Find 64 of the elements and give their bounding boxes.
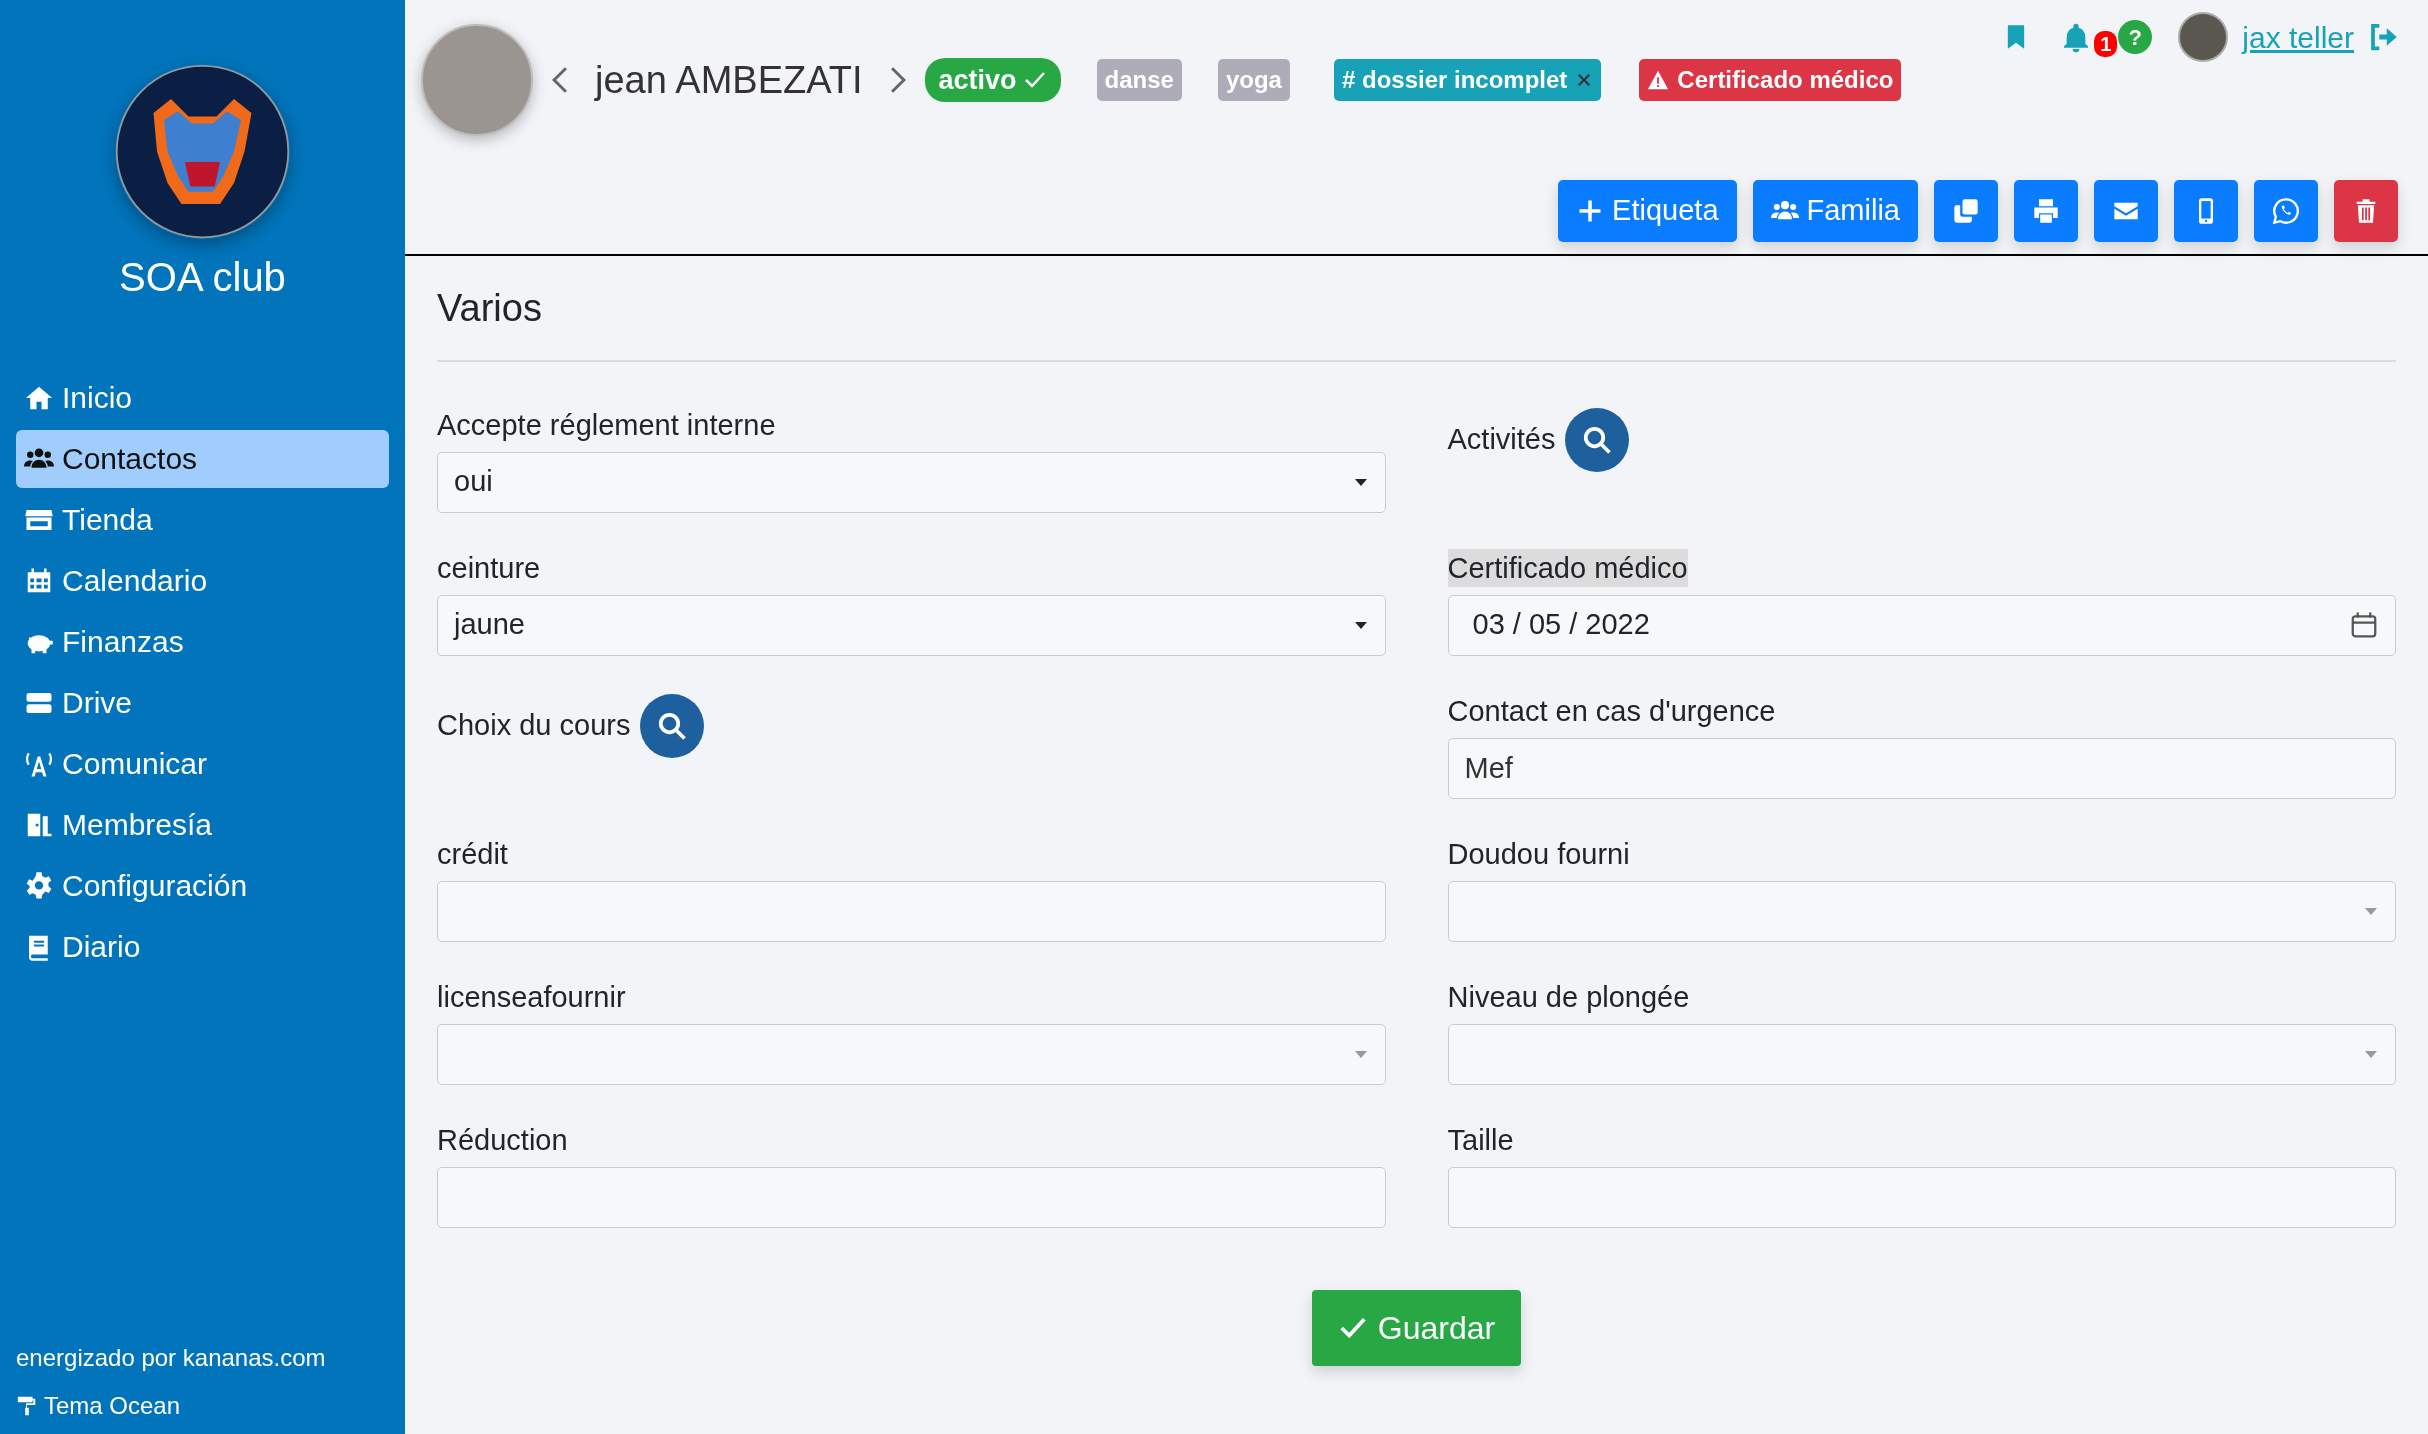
tag-badge: # dossier incomplet bbox=[1333, 59, 1602, 101]
field-label: Accepte réglement interne bbox=[437, 407, 776, 443]
contact-name: jean AMBEZATI bbox=[595, 57, 863, 103]
chat-phone-button[interactable] bbox=[2254, 180, 2318, 242]
sidebar-item[interactable]: Diario bbox=[16, 918, 389, 976]
field-label: Réduction bbox=[437, 1122, 568, 1158]
chat-phone-icon bbox=[2272, 197, 2300, 225]
select-field[interactable] bbox=[1447, 1023, 2396, 1085]
print-button[interactable] bbox=[2014, 180, 2078, 242]
field-label: Choix du cours bbox=[437, 707, 631, 743]
select-field[interactable] bbox=[437, 1023, 1386, 1085]
powered-by-text: energizado por kananas.com bbox=[16, 1343, 327, 1373]
gear-icon bbox=[24, 871, 54, 901]
header-button[interactable]: Etiqueta bbox=[1558, 180, 1737, 242]
status-badge: activo bbox=[924, 57, 1061, 103]
field-label: Doudou fourni bbox=[1447, 836, 1630, 872]
tag-badge: yoga bbox=[1217, 59, 1290, 101]
input-field[interactable] bbox=[437, 880, 1386, 942]
input-field[interactable] bbox=[437, 1166, 1386, 1228]
sidebar-item[interactable]: Drive bbox=[16, 674, 389, 732]
paint-roller-icon bbox=[16, 1395, 38, 1417]
select-field[interactable]: oui bbox=[437, 451, 1386, 513]
sidebar-item[interactable]: Comunicar bbox=[16, 735, 389, 793]
field-label: Taille bbox=[1447, 1122, 1514, 1158]
phone-button[interactable] bbox=[2174, 180, 2238, 242]
header-button[interactable]: Familia bbox=[1752, 180, 1918, 242]
sidebar-item[interactable]: Calendario bbox=[16, 552, 389, 610]
warning-icon bbox=[1647, 69, 1670, 91]
sidebar-item[interactable]: Membresía bbox=[16, 796, 389, 854]
tag-badge: Certificado médico bbox=[1639, 59, 1902, 101]
copy-icon bbox=[1952, 197, 1980, 225]
sidebar-item[interactable]: Inicio bbox=[16, 369, 389, 427]
field-label: licenseafournir bbox=[437, 979, 626, 1015]
search-icon bbox=[1582, 424, 1613, 455]
date-field[interactable]: 03 / 05 / 2022 bbox=[1447, 594, 2396, 656]
user-avatar-placeholder[interactable] bbox=[2178, 12, 2229, 62]
trash-button[interactable] bbox=[2334, 180, 2398, 242]
search-icon bbox=[657, 710, 688, 741]
user-name-link[interactable]: jax teller bbox=[2242, 14, 2354, 60]
field-label: Certificado médico bbox=[1447, 548, 1688, 587]
help-button[interactable]: ? bbox=[2118, 20, 2153, 54]
theme-link[interactable]: Tema Ocean bbox=[16, 1388, 389, 1424]
field-label: ceinture bbox=[437, 550, 541, 586]
select-field[interactable]: jaune bbox=[437, 594, 1386, 656]
input-field[interactable] bbox=[1447, 1166, 2396, 1228]
sidebar-item[interactable]: Configuración bbox=[16, 857, 389, 915]
field-label: Activités bbox=[1447, 421, 1556, 457]
sidebar-item[interactable]: Tienda bbox=[16, 491, 389, 549]
print-icon bbox=[2032, 197, 2060, 225]
copy-button[interactable] bbox=[1934, 180, 1998, 242]
section-title: Varios bbox=[437, 286, 543, 331]
input-field[interactable]: Mef bbox=[1447, 737, 2396, 799]
envelope-button[interactable] bbox=[2094, 180, 2158, 242]
field-label: Contact en cas d'urgence bbox=[1447, 693, 1776, 729]
save-button[interactable]: Guardar bbox=[1311, 1289, 1522, 1366]
sidebar-item[interactable]: Contactos bbox=[16, 430, 389, 488]
logout-icon[interactable] bbox=[2368, 22, 2398, 52]
club-name: SOA club bbox=[118, 254, 287, 301]
sidebar-item[interactable]: Finanzas bbox=[16, 613, 389, 671]
tag-badge: danse bbox=[1096, 59, 1182, 101]
field-label: crédit bbox=[437, 836, 508, 872]
field-label: Niveau de plongée bbox=[1447, 979, 1690, 1015]
notification-count: 1 bbox=[2094, 31, 2118, 57]
select-field[interactable] bbox=[1447, 880, 2396, 942]
